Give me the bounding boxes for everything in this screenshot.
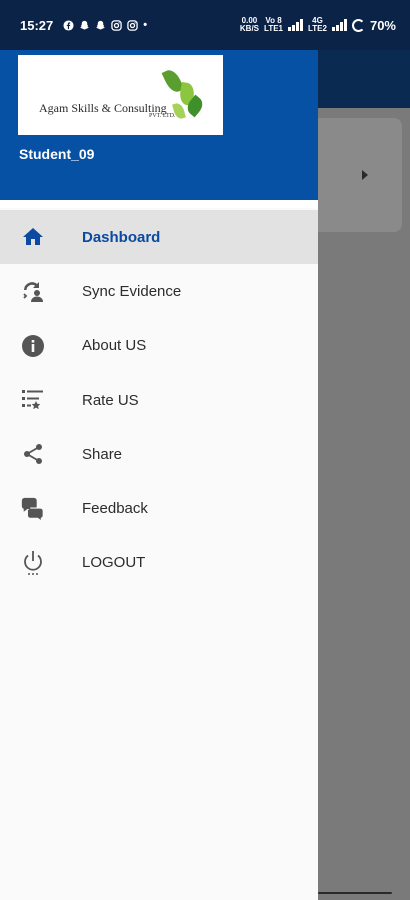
snapchat-icon: [80, 20, 90, 29]
status-bar: 15:27 • 0.00 KB/S Vo 8 LTE1 4G LTE2 70%: [0, 0, 410, 50]
menu-item-logout[interactable]: LOGOUT: [0, 536, 318, 590]
menu-label: Rate US: [82, 391, 139, 409]
menu-label: Share: [82, 445, 123, 463]
menu-label: LOGOUT: [82, 554, 146, 572]
status-system-icons: 0.00 KB/S Vo 8 LTE1 4G LTE2 70%: [240, 17, 396, 33]
share-icon: [20, 441, 46, 467]
instagram-icon: [127, 19, 138, 31]
chevron-right-icon: [362, 170, 368, 180]
menu-item-share[interactable]: Share: [0, 427, 318, 481]
instagram-icon: [111, 19, 122, 31]
divider: [0, 200, 318, 208]
snapchat-icon: [96, 20, 106, 29]
feedback-icon: [20, 496, 46, 522]
facebook-icon: [63, 19, 74, 31]
volte-indicator: Vo 8 LTE1: [264, 17, 283, 33]
menu-label: Dashboard: [82, 228, 161, 246]
signal-icon: [288, 19, 303, 31]
network-speed-unit: KB/S: [239, 24, 260, 33]
menu-item-dashboard[interactable]: Dashboard: [0, 210, 318, 265]
power-icon: [20, 550, 46, 576]
volte-bottom: LTE1: [264, 24, 283, 33]
sync-icon: [20, 278, 46, 304]
drawer-menu: Dashboard Sync Evidence About US Rate US…: [0, 210, 318, 590]
menu-item-feedback[interactable]: Feedback: [0, 481, 318, 535]
company-logo: Agam Skills & Consulting PVT. LTD.: [18, 55, 223, 135]
logo-suffix: PVT. LTD.: [149, 113, 176, 119]
battery-icon: [351, 18, 365, 32]
network-type-bottom: LTE2: [308, 24, 327, 33]
menu-label: Feedback: [82, 500, 148, 518]
menu-item-rate-us[interactable]: Rate US: [0, 373, 318, 427]
battery-percent: 70%: [369, 17, 396, 33]
menu-label: Sync Evidence: [82, 282, 182, 300]
status-dot: •: [143, 19, 148, 31]
status-notification-icons: •: [63, 19, 147, 31]
home-icon: [20, 224, 46, 250]
rate-list-icon: [20, 387, 46, 413]
signal-icon: [331, 19, 347, 31]
menu-item-about-us[interactable]: About US: [0, 319, 318, 373]
user-name: Student_09: [19, 146, 95, 162]
network-speed: 0.00 KB/S: [240, 17, 259, 33]
menu-item-sync-evidence[interactable]: Sync Evidence: [0, 264, 318, 318]
status-time: 15:27: [20, 17, 54, 33]
gesture-nav-bar: [318, 892, 392, 894]
menu-label: About US: [82, 337, 147, 355]
info-icon: [20, 333, 46, 359]
network-type-indicator: 4G LTE2: [308, 17, 327, 33]
navigation-drawer: Agam Skills & Consulting PVT. LTD. Stude…: [0, 0, 318, 900]
logo-company-name: Agam Skills & Consulting: [39, 101, 167, 115]
